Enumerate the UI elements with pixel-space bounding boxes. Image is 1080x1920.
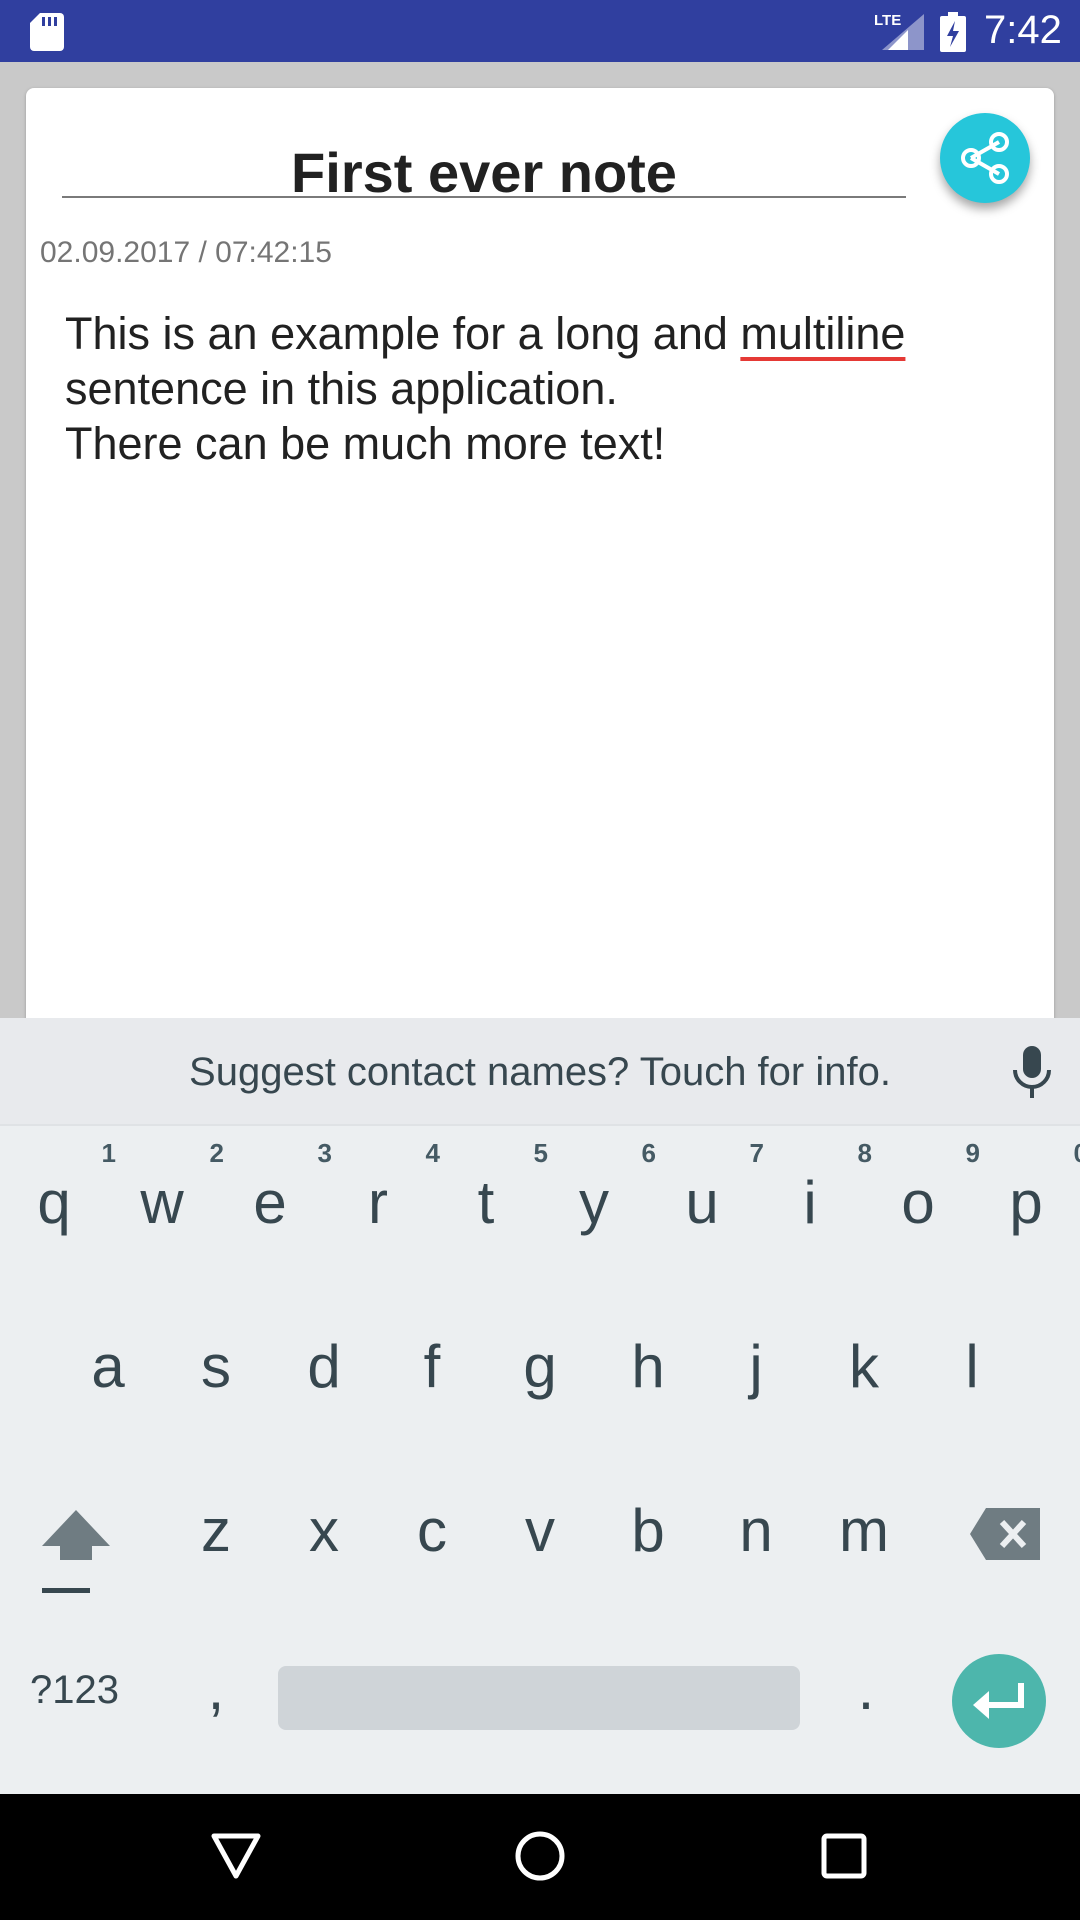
status-bar: LTE 7:42 [0, 0, 1080, 62]
key-label: t [477, 1169, 495, 1236]
key-j[interactable]: j [702, 1332, 810, 1401]
key-a[interactable]: a [54, 1332, 162, 1401]
key-c[interactable]: c [378, 1496, 486, 1565]
share-button[interactable] [940, 113, 1030, 203]
key-r[interactable]: 4r [324, 1138, 440, 1237]
key-m[interactable]: m [810, 1496, 918, 1565]
key-label: w [140, 1169, 184, 1236]
key-z[interactable]: z [162, 1496, 270, 1565]
backspace-key-icon[interactable] [970, 1508, 1040, 1560]
suggestion-strip[interactable]: Suggest contact names? Touch for info. [0, 1018, 1080, 1126]
key-label: r [368, 1169, 388, 1236]
key-w[interactable]: 2w [108, 1138, 224, 1237]
key-t[interactable]: 5t [432, 1138, 548, 1237]
key-label: o [901, 1169, 935, 1236]
note-body-field[interactable]: This is an example for a long and multil… [65, 306, 1005, 471]
navigation-bar [0, 1794, 1080, 1920]
enter-key[interactable] [952, 1654, 1046, 1748]
key-f[interactable]: f [378, 1332, 486, 1401]
period-key[interactable]: . [846, 1654, 886, 1723]
key-b[interactable]: b [594, 1496, 702, 1565]
note-card [26, 88, 1054, 1028]
symbols-key[interactable]: ?123 [30, 1668, 119, 1713]
back-icon[interactable] [210, 1832, 262, 1880]
recents-icon[interactable] [820, 1832, 868, 1880]
key-n[interactable]: n [702, 1496, 810, 1565]
key-g[interactable]: g [486, 1332, 594, 1401]
key-hint: 4 [425, 1138, 440, 1168]
key-h[interactable]: h [594, 1332, 702, 1401]
key-i[interactable]: 8i [756, 1138, 872, 1237]
key-hint: 1 [101, 1138, 116, 1168]
note-body-text: This is an example for a long and [65, 308, 741, 359]
note-datetime: 02.09.2017 / 07:42:15 [40, 236, 332, 269]
key-hint: 9 [965, 1138, 980, 1168]
comma-key[interactable]: , [196, 1654, 236, 1723]
key-y[interactable]: 6y [540, 1138, 656, 1237]
key-hint: 8 [857, 1138, 872, 1168]
key-l[interactable]: l [918, 1332, 1026, 1401]
share-icon [961, 132, 1009, 184]
key-d[interactable]: d [270, 1332, 378, 1401]
suggestion-text[interactable]: Suggest contact names? Touch for info. [0, 1050, 1080, 1095]
key-hint: 0 [1074, 1138, 1080, 1169]
key-label: i [803, 1169, 817, 1236]
note-title: First ever note [291, 141, 677, 204]
key-k[interactable]: k [810, 1332, 918, 1401]
key-hint: 2 [209, 1138, 224, 1168]
note-title-field[interactable]: First ever note [62, 130, 906, 204]
key-e[interactable]: 3e [216, 1138, 332, 1237]
misspelled-word[interactable]: multiline [740, 308, 905, 359]
shift-key-icon[interactable] [40, 1506, 112, 1598]
key-label: p [1009, 1169, 1043, 1236]
battery-charging-icon [940, 12, 966, 52]
microphone-icon[interactable] [1010, 1046, 1054, 1100]
key-s[interactable]: s [162, 1332, 270, 1401]
clock: 7:42 [984, 8, 1062, 52]
soft-keyboard: Suggest contact names? Touch for info. 1… [0, 1018, 1080, 1794]
key-label: e [253, 1169, 287, 1236]
key-hint: 5 [533, 1138, 548, 1168]
note-body-text-rest: sentence in this application. There can … [65, 363, 666, 469]
key-x[interactable]: x [270, 1496, 378, 1565]
key-q[interactable]: 1q [0, 1138, 116, 1237]
key-label: u [685, 1169, 719, 1236]
key-u[interactable]: 7u [648, 1138, 764, 1237]
enter-icon [973, 1683, 1024, 1719]
key-label: y [579, 1169, 609, 1236]
signal-icon [882, 14, 924, 50]
space-key[interactable] [278, 1666, 800, 1730]
sd-card-icon [30, 13, 64, 51]
home-icon[interactable] [514, 1830, 566, 1882]
key-hint: 3 [317, 1138, 332, 1168]
key-o[interactable]: 9o [864, 1138, 980, 1237]
key-label: q [37, 1169, 71, 1236]
key-v[interactable]: v [486, 1496, 594, 1565]
key-hint: 7 [749, 1138, 764, 1168]
key-p[interactable]: 0p [972, 1138, 1080, 1237]
key-hint: 6 [641, 1138, 656, 1168]
